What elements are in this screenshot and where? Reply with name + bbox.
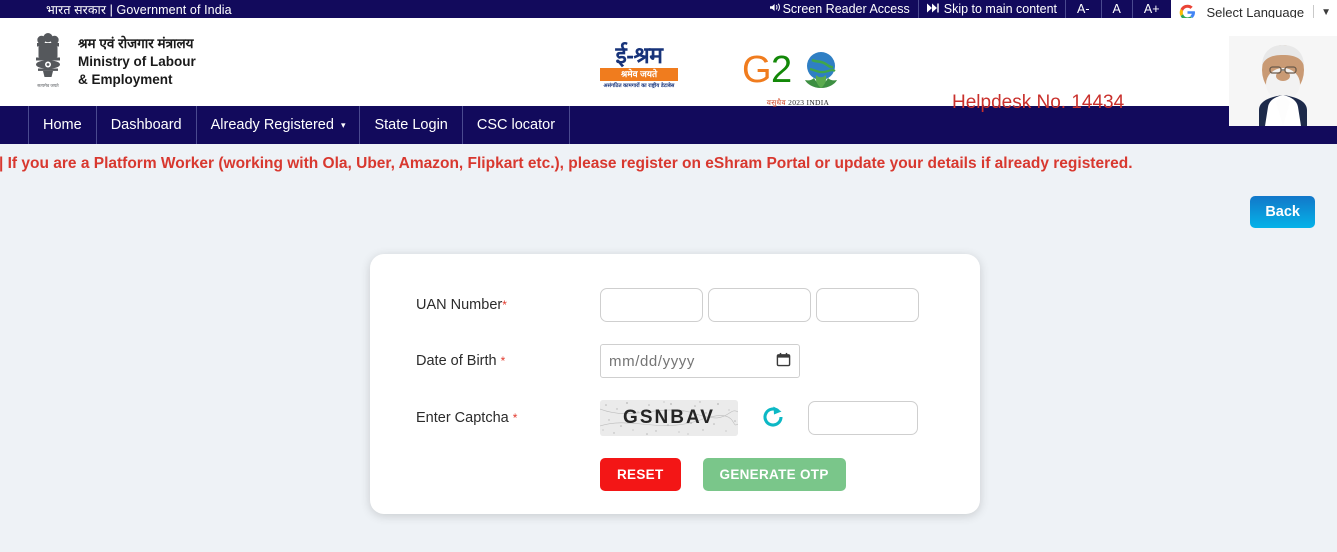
captcha-row: Enter Captcha * GSNBAV — [370, 400, 980, 436]
ministry-name-hindi: श्रम एवं रोजगार मंत्रालय — [78, 36, 194, 52]
uan-number-label-text: UAN Number — [416, 297, 503, 313]
g20-logo-subtitle: वसुधैव 2023 INDIA — [738, 98, 858, 108]
eshram-logo-title: ई-श्रम — [600, 42, 678, 68]
announcement-marquee: डेट करें | If you are a Platform Worker … — [0, 144, 1337, 180]
skip-to-main-content-link[interactable]: Skip to main content — [917, 0, 1065, 18]
form-actions: RESET GENERATE OTP — [370, 458, 980, 491]
site-header: सत्यमेव जयते श्रम एवं रोजगार मंत्रालय Mi… — [0, 18, 1337, 126]
main-navigation: Home Dashboard Already Registered ▾ Stat… — [0, 106, 1337, 144]
ministry-name-block: श्रम एवं रोजगार मंत्रालय Ministry of Lab… — [78, 35, 196, 88]
nav-item-dashboard[interactable]: Dashboard — [97, 106, 197, 144]
translate-divider — [1313, 5, 1315, 19]
helpdesk-number: Helpdesk No. 14434 — [952, 92, 1125, 113]
date-of-birth-label-text: Date of Birth — [416, 353, 497, 369]
eshram-logo-tagline: असंगठित कामगारों का राष्ट्रीय डेटाबेस — [603, 83, 675, 89]
nav-item-home-label: Home — [43, 117, 82, 133]
g20-logo: G 2 वसुधैव 2023 INDIA — [738, 48, 858, 108]
uan-number-label: UAN Number* — [416, 297, 600, 313]
required-asterisk: * — [502, 298, 507, 312]
announcement-marquee-text: डेट करें | If you are a Platform Worker … — [0, 155, 1133, 172]
top-utility-bar: भारत सरकार | Government of India Screen … — [0, 0, 1337, 24]
nav-item-state-login[interactable]: State Login — [360, 106, 463, 144]
enter-captcha-label-text: Enter Captcha — [416, 410, 509, 426]
nav-item-dashboard-label: Dashboard — [110, 117, 182, 133]
screen-reader-access-link[interactable]: Screen Reader Access — [761, 0, 918, 18]
page-content: Back UAN Number* Date of Birth * mm/dd/y… — [0, 180, 1337, 552]
nav-item-csc-locator-label: CSC locator — [476, 117, 556, 133]
captcha-image: GSNBAV — [600, 400, 738, 436]
uan-verification-form-card: UAN Number* Date of Birth * mm/dd/yyyy E… — [370, 254, 980, 514]
g20-subtitle-hindi: वसुधैव — [766, 98, 786, 107]
nav-item-already-registered[interactable]: Already Registered ▾ — [197, 106, 361, 144]
g20-subtitle-year: 2023 INDIA — [788, 98, 830, 107]
back-button[interactable]: Back — [1250, 196, 1315, 228]
chevron-down-icon: ▾ — [340, 119, 346, 130]
nav-item-csc-locator[interactable]: CSC locator — [463, 106, 571, 144]
captcha-input[interactable] — [808, 401, 918, 435]
refresh-icon — [760, 404, 786, 433]
chevron-down-icon[interactable]: ▼ — [1321, 7, 1331, 18]
captcha-code-text: GSNBAV — [623, 407, 715, 428]
skip-to-main-content-label: Skip to main content — [943, 2, 1058, 16]
top-utility-actions: Screen Reader Access Skip to main conten… — [761, 0, 1337, 24]
government-of-india-label: भारत सरकार | Government of India — [46, 2, 232, 17]
required-asterisk: * — [512, 411, 518, 425]
svg-text:2: 2 — [771, 49, 792, 91]
prime-minister-photo — [1229, 36, 1337, 126]
refresh-captcha-button[interactable] — [754, 400, 792, 436]
svg-text:सत्यमेव जयते: सत्यमेव जयते — [37, 83, 59, 88]
nav-item-state-login-label: State Login — [374, 117, 448, 133]
uan-input-part-2[interactable] — [708, 288, 811, 322]
reset-button[interactable]: RESET — [600, 458, 681, 491]
nav-item-already-registered-label: Already Registered — [210, 117, 334, 133]
skip-forward-icon — [926, 3, 939, 16]
screen-reader-access-label: Screen Reader Access — [782, 2, 910, 16]
national-emblem-icon: सत्यमेव जयते — [28, 31, 68, 93]
uan-number-row: UAN Number* — [370, 288, 980, 322]
date-of-birth-label: Date of Birth * — [416, 353, 600, 369]
font-size-increase-button[interactable]: A+ — [1131, 0, 1171, 18]
nav-item-home[interactable]: Home — [28, 106, 97, 144]
generate-otp-button[interactable]: GENERATE OTP — [702, 458, 846, 491]
enter-captcha-label: Enter Captcha * — [416, 410, 600, 426]
date-of-birth-input[interactable]: mm/dd/yyyy — [600, 344, 800, 378]
date-of-birth-placeholder: mm/dd/yyyy — [609, 352, 696, 370]
ministry-name-english-line2: & Employment — [78, 71, 173, 87]
font-size-decrease-button[interactable]: A- — [1065, 0, 1101, 18]
font-size-normal-button[interactable]: A — [1100, 0, 1132, 18]
ministry-name-english-line1: Ministry of Labour — [78, 54, 196, 70]
calendar-icon[interactable] — [776, 352, 791, 371]
eshram-logo-motto: श्रमेव जयते — [600, 68, 678, 81]
ministry-brand: सत्यमेव जयते श्रम एवं रोजगार मंत्रालय Mi… — [0, 31, 196, 93]
uan-input-part-1[interactable] — [600, 288, 703, 322]
eshram-logo[interactable]: ई-श्रम श्रमेव जयते असंगठित कामगारों का र… — [600, 42, 678, 90]
required-asterisk: * — [500, 354, 506, 368]
date-of-birth-row: Date of Birth * mm/dd/yyyy — [370, 344, 980, 378]
screen-reader-icon — [769, 2, 782, 16]
uan-input-part-3[interactable] — [816, 288, 919, 322]
svg-text:G: G — [742, 49, 772, 91]
